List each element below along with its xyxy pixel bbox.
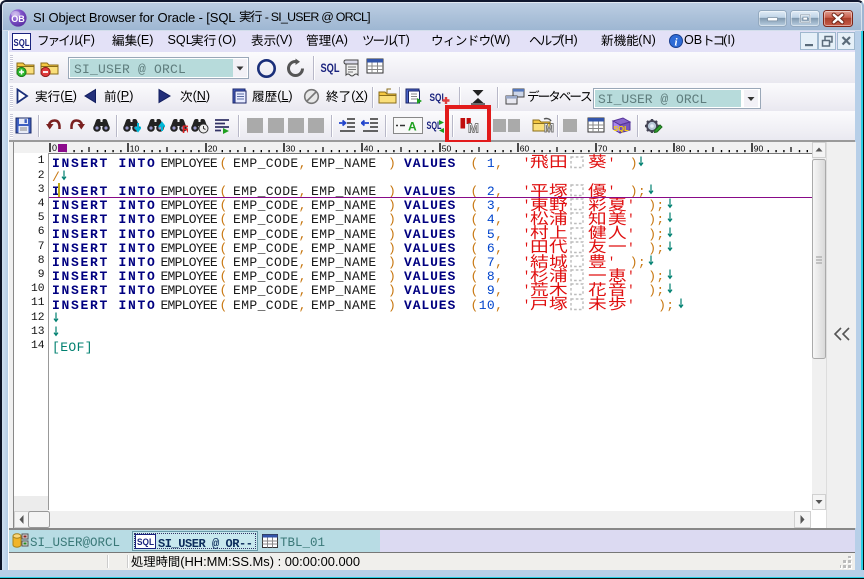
svg-text:R: R [182,124,188,134]
svg-text:SQL: SQL [430,92,447,104]
svg-text:60: 60 [520,144,530,154]
svg-text:M: M [544,121,554,134]
svg-text:SQL: SQL [321,61,340,75]
svg-text:30: 30 [286,144,296,154]
svg-text:OB: OB [11,14,25,24]
svg-text:50: 50 [442,144,452,154]
svg-text:SQL: SQL [137,537,154,548]
svg-text:10: 10 [130,144,140,154]
svg-text:70: 70 [598,144,608,154]
svg-text:40: 40 [364,144,374,154]
svg-text:SQL: SQL [14,37,30,49]
svg-text:20: 20 [208,144,218,154]
svg-text:0: 0 [52,143,57,153]
svg-text:90: 90 [754,144,764,154]
svg-text:A: A [408,120,417,134]
svg-text:80: 80 [676,144,686,154]
svg-text:SQL: SQL [613,124,629,133]
